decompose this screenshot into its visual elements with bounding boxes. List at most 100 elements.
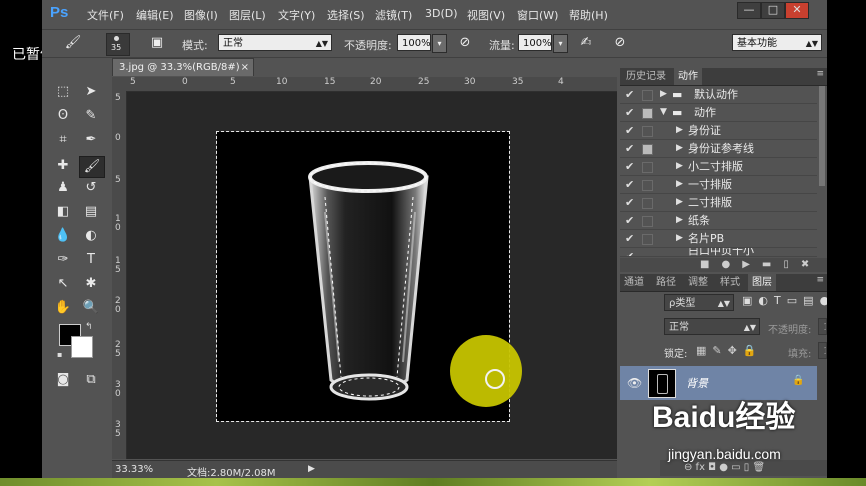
menu-layer[interactable]: 图层(L) <box>229 7 266 23</box>
panel-menu-icon[interactable]: ≡ <box>816 275 824 285</box>
screen-mode-icon[interactable]: ⧉ <box>79 370 103 390</box>
expand-arrow-icon[interactable]: ▶ <box>676 230 683 247</box>
menu-select[interactable]: 选择(S) <box>327 7 365 23</box>
tab-actions[interactable]: 动作 <box>674 68 702 85</box>
tab-layers[interactable]: 图层 <box>748 274 776 291</box>
shape-filter-icon[interactable]: ▭ <box>787 294 803 307</box>
expand-arrow-icon[interactable]: ▶ <box>676 122 683 139</box>
dodge-tool-icon[interactable]: ◐ <box>79 226 103 246</box>
brush-preset-picker[interactable]: 35 <box>106 33 130 56</box>
close-button[interactable]: ✕ <box>785 2 809 19</box>
quick-mask-icon[interactable]: ◙ <box>51 370 75 390</box>
menu-help[interactable]: 帮助(H) <box>569 7 608 23</box>
minimize-button[interactable]: — <box>737 2 761 19</box>
action-row[interactable]: ✔ ▶ 名片PB <box>620 230 817 248</box>
eye-visibility-icon[interactable]: 👁 <box>627 376 642 390</box>
check-icon[interactable]: ✔ <box>625 104 634 121</box>
flow-dropdown-arrow-icon[interactable]: ▾ <box>553 34 568 53</box>
swap-colors-icon[interactable]: ↰ <box>85 322 93 332</box>
check-icon[interactable]: ✔ <box>625 248 634 256</box>
type-tool-icon[interactable]: T <box>79 250 103 270</box>
new-set-icon[interactable]: ▬ <box>762 259 783 270</box>
lock-position-icon[interactable]: ✥ <box>728 344 743 357</box>
menu-window[interactable]: 窗口(W) <box>517 7 558 23</box>
check-icon[interactable]: ✔ <box>625 230 634 247</box>
menu-filter[interactable]: 滤镜(T) <box>375 7 412 23</box>
dialog-toggle-box[interactable] <box>642 90 653 101</box>
play-icon[interactable]: ▶ <box>742 259 762 270</box>
tab-paths[interactable]: 路径 <box>652 274 680 291</box>
brush-tool-icon[interactable]: 🖌 <box>64 35 82 51</box>
lasso-tool-icon[interactable]: ʘ <box>51 106 75 126</box>
healing-brush-tool-icon[interactable]: ✚ <box>51 156 75 176</box>
layer-filter-dropdown[interactable]: ρ类型 ▲▼ <box>664 294 734 311</box>
check-icon[interactable]: ✔ <box>625 176 634 193</box>
action-set-row[interactable]: ✔ ▼ ▬ 动作 <box>620 104 817 122</box>
dialog-toggle-box[interactable] <box>642 162 653 173</box>
opacity-dropdown-arrow-icon[interactable]: ▾ <box>432 34 447 53</box>
menu-3d[interactable]: 3D(D) <box>425 7 458 20</box>
dialog-toggle-box[interactable] <box>642 126 653 137</box>
blur-tool-icon[interactable]: 💧 <box>51 226 75 246</box>
tab-adjustments[interactable]: 调整 <box>684 274 712 291</box>
action-row[interactable]: ✔ ▶ 小二寸排版 <box>620 158 817 176</box>
action-row[interactable]: ✔ 白口中页十小 <box>620 248 817 257</box>
eyedropper-tool-icon[interactable]: ✒ <box>79 130 103 150</box>
actions-scrollbar[interactable] <box>819 86 825 186</box>
dialog-toggle-box[interactable] <box>642 198 653 209</box>
trash-icon[interactable]: ✖ <box>801 259 821 270</box>
close-tab-icon[interactable]: × <box>241 59 249 77</box>
action-set-row[interactable]: ✔ ▶ ▬ 默认动作 <box>620 86 817 104</box>
expand-arrow-icon[interactable]: ▶ <box>660 86 667 103</box>
pen-tool-icon[interactable]: ✑ <box>51 250 75 270</box>
menu-type[interactable]: 文字(Y) <box>278 7 315 23</box>
eraser-tool-icon[interactable]: ◧ <box>51 202 75 222</box>
check-icon[interactable]: ✔ <box>625 140 634 157</box>
check-icon[interactable]: ✔ <box>625 122 634 139</box>
background-color-swatch[interactable] <box>71 336 93 358</box>
dialog-toggle-box[interactable] <box>642 144 653 155</box>
menu-file[interactable]: 文件(F) <box>87 7 124 23</box>
opacity-input[interactable]: 100% <box>397 34 431 51</box>
dialog-toggle-box[interactable] <box>642 180 653 191</box>
lock-all-icon[interactable]: 🔒 <box>743 344 763 357</box>
history-brush-tool-icon[interactable]: ↺ <box>79 178 103 198</box>
check-icon[interactable]: ✔ <box>625 158 634 175</box>
menu-edit[interactable]: 编辑(E) <box>136 7 174 23</box>
action-row[interactable]: ✔ ▶ 一寸排版 <box>620 176 817 194</box>
check-icon[interactable]: ✔ <box>625 86 634 103</box>
stop-icon[interactable]: ■ <box>700 259 721 270</box>
expand-arrow-icon[interactable]: ▶ <box>676 212 683 229</box>
record-icon[interactable]: ● <box>721 259 742 270</box>
clone-stamp-tool-icon[interactable]: ♟ <box>51 178 75 198</box>
airbrush-icon[interactable]: ✍ <box>577 35 595 51</box>
shape-tool-icon[interactable]: ✱ <box>79 274 103 294</box>
smart-filter-icon[interactable]: ▤ <box>803 294 819 307</box>
expand-arrow-icon[interactable]: ▶ <box>676 194 683 211</box>
mode-dropdown[interactable]: 正常 ▲▼ <box>218 34 332 51</box>
type-filter-icon[interactable]: T <box>774 294 787 307</box>
tab-history[interactable]: 历史记录 <box>622 68 670 85</box>
maximize-button[interactable]: □ <box>761 2 785 19</box>
check-icon[interactable]: ✔ <box>625 212 634 229</box>
menu-view[interactable]: 视图(V) <box>467 7 505 23</box>
brush-panel-toggle-icon[interactable]: ▣ <box>148 35 166 51</box>
check-icon[interactable]: ✔ <box>625 194 634 211</box>
default-colors-icon[interactable]: ▪ <box>57 350 62 359</box>
move-tool-icon[interactable]: ➤ <box>79 82 103 102</box>
tab-styles[interactable]: 样式 <box>716 274 744 291</box>
crop-tool-icon[interactable]: ⌗ <box>51 130 75 150</box>
quick-select-tool-icon[interactable]: ✎ <box>79 106 103 126</box>
action-row[interactable]: ✔ ▶ 纸条 <box>620 212 817 230</box>
adjust-filter-icon[interactable]: ◐ <box>758 294 774 307</box>
marquee-tool-icon[interactable]: ⬚ <box>51 82 75 102</box>
expand-arrow-icon[interactable]: ▶ <box>676 158 683 175</box>
pressure-size-icon[interactable]: ⊘ <box>611 35 629 51</box>
layer-blend-dropdown[interactable]: 正常 ▲▼ <box>664 318 760 335</box>
filter-toggle-icon[interactable]: ● <box>820 294 827 307</box>
action-row[interactable]: ✔ ▶ 身份证 <box>620 122 817 140</box>
fill-input[interactable]: 100% <box>818 342 827 359</box>
expand-arrow-icon[interactable]: ▶ <box>676 176 683 193</box>
dialog-toggle-box[interactable] <box>642 216 653 227</box>
hand-tool-icon[interactable]: ✋ <box>51 298 75 318</box>
